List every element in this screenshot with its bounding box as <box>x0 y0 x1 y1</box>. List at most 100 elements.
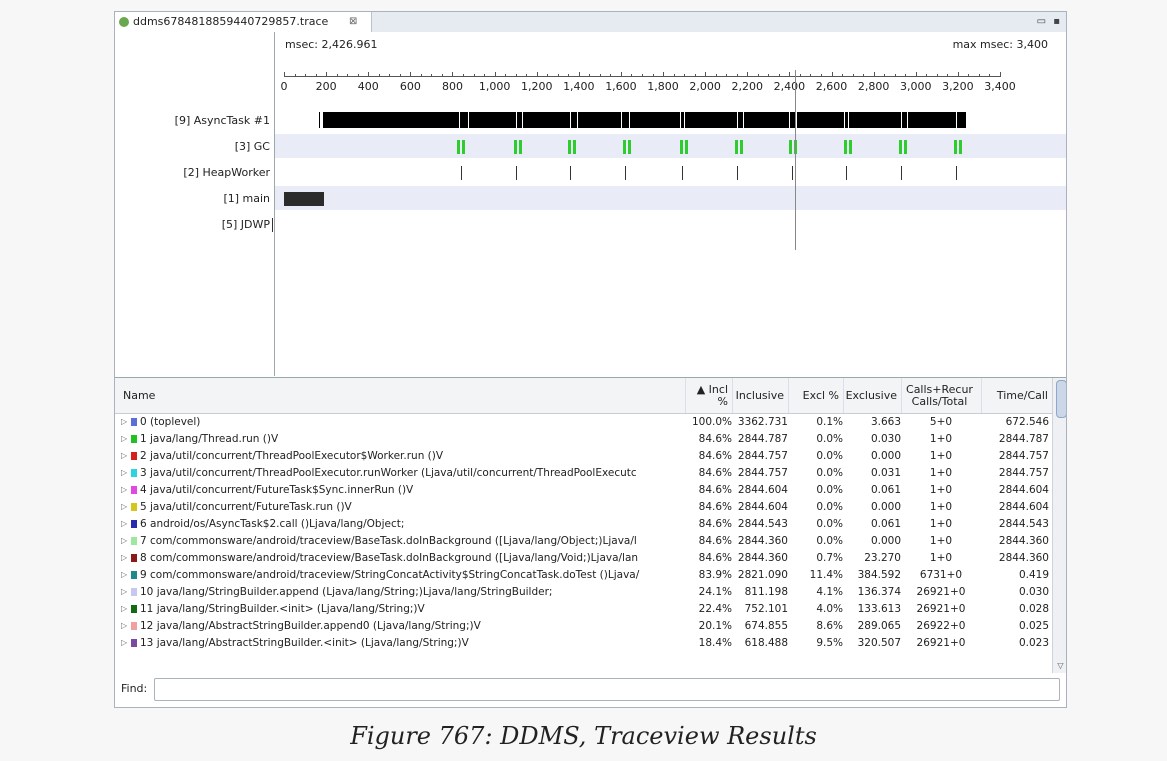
axis-minor-tick <box>378 74 380 77</box>
col-header-calls[interactable]: Calls+Recur Calls/Total <box>901 378 981 413</box>
axis-minor-tick <box>305 74 307 77</box>
cell-exclusive: 0.061 <box>870 518 901 530</box>
cell-time-call: 2844.360 <box>998 552 1049 564</box>
profile-row[interactable]: ▷ 10 java/lang/StringBuilder.append (Ljav… <box>115 584 1052 600</box>
asynctask-segment <box>849 112 902 128</box>
expand-arrow-icon[interactable]: ▷ <box>121 570 127 579</box>
profile-row[interactable]: ▷ 8 com/commonsware/android/traceview/Bas… <box>115 550 1052 566</box>
profile-row[interactable]: ▷ 13 java/lang/AbstractStringBuilder.<ini… <box>115 635 1052 651</box>
cell-exclusive: 289.065 <box>857 620 901 632</box>
profile-row[interactable]: ▷ 3 java/util/concurrent/ThreadPoolExecut… <box>115 465 1052 481</box>
gc-mark <box>628 140 632 154</box>
thread-label[interactable]: [1] main <box>223 192 270 205</box>
gc-mark <box>456 140 460 154</box>
expand-arrow-icon[interactable]: ▷ <box>121 553 127 562</box>
expand-arrow-icon[interactable]: ▷ <box>121 417 127 426</box>
cell-exclusive: 384.592 <box>857 569 901 581</box>
scroll-down-icon[interactable]: ▽ <box>1055 660 1066 671</box>
cell-exclusive: 23.270 <box>864 552 901 564</box>
profile-scrollbar[interactable]: ▽ <box>1052 378 1066 673</box>
find-input[interactable] <box>154 678 1060 701</box>
cell-incl-pct: 18.4% <box>698 637 732 649</box>
cell-incl-pct: 84.6% <box>698 450 732 462</box>
profile-row[interactable]: ▷ 4 java/util/concurrent/FutureTask$Sync.… <box>115 482 1052 498</box>
thread-label[interactable]: [3] GC <box>235 140 270 153</box>
col-header-time-call[interactable]: Time/Call <box>981 378 1052 413</box>
method-name: 7 com/commonsware/android/traceview/Base… <box>140 535 637 547</box>
asynctask-segment <box>902 112 908 128</box>
profile-row[interactable]: ▷ 11 java/lang/StringBuilder.<init> (Ljav… <box>115 601 1052 617</box>
axis-minor-tick <box>473 74 475 77</box>
close-tab-icon[interactable]: ⊠ <box>349 12 357 32</box>
method-color-swatch <box>131 452 137 460</box>
heapworker-mark <box>515 166 517 180</box>
col-header-excl-pct[interactable]: Excl % <box>788 378 843 413</box>
axis-tick-label: 3,000 <box>900 80 932 93</box>
cell-excl-pct: 0.0% <box>816 535 843 547</box>
cell-time-call: 2844.543 <box>998 518 1049 530</box>
expand-arrow-icon[interactable]: ▷ <box>121 621 127 630</box>
col-header-exclusive[interactable]: Exclusive <box>843 378 901 413</box>
expand-arrow-icon[interactable]: ▷ <box>121 587 127 596</box>
cell-inclusive: 2844.757 <box>737 467 788 479</box>
expand-arrow-icon[interactable]: ▷ <box>121 468 127 477</box>
profile-row[interactable]: ▷ 5 java/util/concurrent/FutureTask.run (… <box>115 499 1052 515</box>
axis-tick <box>957 72 959 77</box>
profile-row[interactable]: ▷ 9 com/commonsware/android/traceview/Str… <box>115 567 1052 583</box>
axis-minor-tick <box>726 74 728 77</box>
thread-label[interactable]: [9] AsyncTask #1 <box>175 114 270 127</box>
axis-minor-tick <box>989 74 991 77</box>
expand-arrow-icon[interactable]: ▷ <box>121 434 127 443</box>
profile-row[interactable]: ▷ 2 java/util/concurrent/ThreadPoolExecut… <box>115 448 1052 464</box>
axis-minor-tick <box>684 74 686 77</box>
axis-tick <box>663 72 665 77</box>
expand-arrow-icon[interactable]: ▷ <box>121 451 127 460</box>
cell-excl-pct: 0.0% <box>816 433 843 445</box>
profile-row[interactable]: ▷ 12 java/lang/AbstractStringBuilder.appe… <box>115 618 1052 634</box>
axis-minor-tick <box>463 74 464 77</box>
col-header-inclusive[interactable]: Inclusive <box>732 378 788 413</box>
gc-mark <box>844 140 848 154</box>
expand-arrow-icon[interactable]: ▷ <box>121 485 127 494</box>
asynctask-segment <box>796 112 845 128</box>
col-header-incl-pct[interactable]: ▲ Incl % <box>685 378 732 413</box>
thread-label[interactable]: [5] JDWP <box>222 218 270 231</box>
col-header-name[interactable]: Name <box>115 378 685 413</box>
cell-time-call: 0.419 <box>1018 569 1049 581</box>
profile-row[interactable]: ▷ 0 (toplevel) 100.0% 3362.731 0.1% 3.663 5+0 6… <box>115 414 1052 430</box>
profile-row[interactable]: ▷ 6 android/os/AsyncTask$2.call ()Ljava/l… <box>115 516 1052 532</box>
expand-arrow-icon[interactable]: ▷ <box>121 536 127 545</box>
method-name: 3 java/util/concurrent/ThreadPoolExecuto… <box>140 467 637 479</box>
cell-incl-pct: 100.0% <box>691 416 732 428</box>
cell-time-call: 2844.604 <box>998 501 1049 513</box>
axis-tick-label: 1,200 <box>520 80 553 93</box>
time-cursor-line[interactable] <box>795 70 797 250</box>
axis-tick <box>705 72 707 77</box>
axis-tick-label: 1,400 <box>563 80 595 93</box>
cell-calls: 1+0 <box>929 467 953 479</box>
cell-excl-pct: 0.0% <box>816 484 843 496</box>
thread-label[interactable]: [2] HeapWorker <box>183 166 270 179</box>
minimize-icon[interactable]: ▭ <box>1037 16 1046 27</box>
maximize-icon[interactable]: ▪ <box>1053 16 1060 27</box>
method-name: 1 java/lang/Thread.run ()V <box>140 433 279 445</box>
timeline-plot[interactable]: msec: 2,426.961 max msec: 3,400 0 200 400 6… <box>272 32 1066 376</box>
method-color-swatch <box>131 605 137 613</box>
cell-excl-pct: 8.6% <box>816 620 843 632</box>
expand-arrow-icon[interactable]: ▷ <box>121 604 127 613</box>
cell-time-call: 0.023 <box>1018 637 1049 649</box>
profile-row[interactable]: ▷ 1 java/lang/Thread.run ()V 84.6% 2844.787… <box>115 431 1052 447</box>
asynctask-segment <box>523 112 571 128</box>
profile-row[interactable]: ▷ 7 com/commonsware/android/traceview/Bas… <box>115 533 1052 549</box>
tab-trace-file[interactable]: ddms6784818859440729857.trace ⊠ <box>115 12 372 32</box>
scrollbar-thumb[interactable] <box>1056 380 1066 418</box>
axis-minor-tick <box>757 74 759 77</box>
expand-arrow-icon[interactable]: ▷ <box>121 502 127 511</box>
axis-tick-label: 1,000 <box>478 80 511 93</box>
method-color-swatch <box>131 418 137 426</box>
axis-tick-label: 2,400 <box>773 80 806 93</box>
editor-tabbar: ddms6784818859440729857.trace ⊠ ▭ ▪ <box>115 12 1066 33</box>
expand-arrow-icon[interactable]: ▷ <box>121 638 127 647</box>
cell-calls: 1+0 <box>929 552 953 564</box>
expand-arrow-icon[interactable]: ▷ <box>121 519 127 528</box>
